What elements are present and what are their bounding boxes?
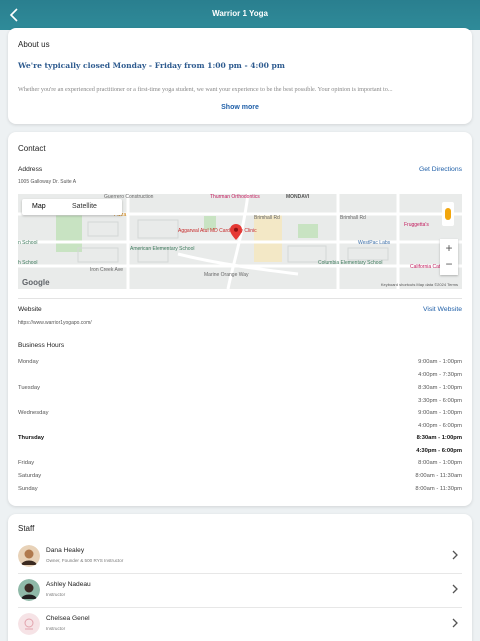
map-label: Brimhall Rd: [254, 215, 280, 221]
chevron-right-icon: [452, 618, 458, 628]
about-description: Whether you're an experienced practition…: [18, 86, 393, 93]
satellite-tab[interactable]: Satellite: [72, 203, 97, 210]
address-value: 1005 Galloway Dr. Suite A: [18, 179, 77, 185]
show-more-link[interactable]: Show more: [8, 104, 472, 111]
map-label: Marine Orange Way: [204, 272, 249, 278]
map-type-toggle: Map Satellite: [22, 199, 122, 215]
avatar: [18, 613, 40, 635]
staff-name: Dana Healey: [46, 547, 85, 554]
map-tab[interactable]: Map: [32, 203, 46, 210]
hours-friday-1: 8:00am - 1:00pm: [418, 460, 462, 466]
staff-card: Staff Dana Healey Owner, Founder & 500 R…: [8, 514, 472, 641]
staff-role: Owner, Founder & 500 RYS Instructor: [46, 558, 124, 563]
zoom-controls: + −: [440, 239, 458, 275]
day-saturday: Saturday: [18, 473, 42, 479]
map-label: MONDAVI: [286, 194, 310, 200]
staff-row[interactable]: Ashley Nadeau Instructor: [8, 574, 472, 608]
staff-role: Instructor: [46, 592, 66, 597]
hours-thursday-1: 8:30am - 1:00pm: [416, 435, 462, 441]
map-label: American Elementary School: [130, 246, 195, 252]
hours-wednesday-1: 9:00am - 1:00pm: [418, 410, 462, 416]
contact-card: Contact Address 1005 Galloway Dr. Suite …: [8, 132, 472, 506]
hours-tuesday-2: 3:30pm - 6:00pm: [418, 398, 462, 404]
avatar: [18, 545, 40, 567]
staff-name: Chelsea Genel: [46, 615, 90, 622]
day-monday: Monday: [18, 359, 39, 365]
map-label: Thurman Orthodontics: [210, 194, 260, 200]
staff-heading: Staff: [18, 524, 35, 533]
staff-row[interactable]: Dana Healey Owner, Founder & 500 RYS Ins…: [8, 540, 472, 574]
zoom-out-button[interactable]: −: [440, 257, 458, 271]
hours-monday-1: 9:00am - 1:00pm: [418, 359, 462, 365]
map-label: Aggarwal Atul MD Cardiology Clinic: [178, 228, 257, 234]
chevron-right-icon: [452, 584, 458, 594]
location-map[interactable]: Guerrero Construction Thurman Orthodonti…: [18, 194, 462, 289]
map-label: Fruggetta's: [404, 222, 429, 228]
hours-tuesday-1: 8:30am - 1:00pm: [418, 385, 462, 391]
about-heading: About us: [18, 40, 50, 49]
hours-thursday-2: 4:30pm - 6:00pm: [416, 448, 462, 454]
map-label: h School: [18, 260, 38, 266]
staff-name: Ashley Nadeau: [46, 581, 91, 588]
street-view-pegman-icon[interactable]: [442, 202, 454, 226]
hours-sunday-1: 8:00am - 11:30pm: [415, 486, 462, 492]
page-title: Warrior 1 Yoga: [212, 9, 268, 18]
map-pin-icon[interactable]: [230, 224, 242, 240]
divider: [18, 298, 462, 299]
get-directions-link[interactable]: Get Directions: [419, 166, 462, 173]
staff-role: Instructor: [46, 626, 66, 631]
map-footer: Keyboard shortcuts Map data ©2024 Terms: [380, 282, 458, 287]
day-thursday: Thursday: [18, 435, 45, 441]
avatar: [18, 579, 40, 601]
hours-saturday-1: 8:00am - 11:30am: [415, 473, 462, 479]
website-url: https://www.warrior1yogapo.com/: [18, 320, 92, 326]
hours-wednesday-2: 4:00pm - 6:00pm: [418, 423, 462, 429]
business-hours-label: Business Hours: [18, 342, 65, 349]
day-sunday: Sunday: [18, 486, 38, 492]
zoom-in-button[interactable]: +: [440, 241, 458, 255]
visit-website-link[interactable]: Visit Website: [423, 306, 462, 313]
website-label: Website: [18, 306, 42, 313]
contact-heading: Contact: [18, 144, 46, 153]
map-label: Iron Creek Ave: [90, 267, 123, 273]
about-card: About us We're typically closed Monday -…: [8, 28, 472, 124]
map-label: Columbia Elementary School: [318, 260, 383, 266]
day-tuesday: Tuesday: [18, 385, 41, 391]
address-label: Address: [18, 166, 43, 173]
hours-monday-2: 4:00pm - 7:30pm: [418, 372, 462, 378]
day-wednesday: Wednesday: [18, 410, 49, 416]
staff-row[interactable]: Chelsea Genel Instructor: [8, 608, 472, 641]
app-header: Warrior 1 Yoga: [0, 0, 480, 30]
map-label: WestPac Labs: [358, 240, 391, 246]
map-label: Brimhall Rd: [340, 215, 366, 221]
google-logo: Google: [22, 278, 50, 287]
day-friday: Friday: [18, 460, 35, 466]
map-label: n School: [18, 240, 38, 246]
closed-notice: We're typically closed Monday - Friday f…: [18, 61, 285, 70]
chevron-right-icon: [452, 550, 458, 560]
